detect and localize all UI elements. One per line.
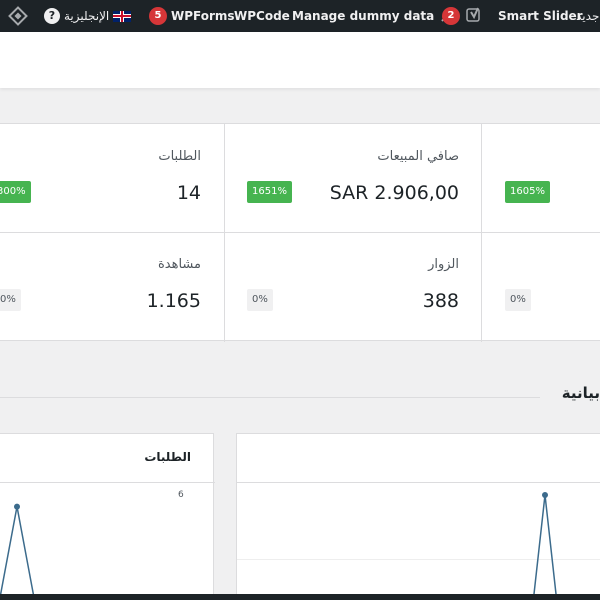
language-label: الإنجليزية bbox=[64, 9, 110, 23]
stat-orders-value: 14 bbox=[176, 182, 201, 204]
wpforms-menu[interactable]: 5 WPForms bbox=[149, 0, 235, 32]
data-point[interactable] bbox=[542, 492, 548, 498]
yoast-menu[interactable]: 2 bbox=[442, 0, 482, 32]
stat-visitors-label: الزوار bbox=[428, 257, 459, 272]
stat-orders-label: الطلبات bbox=[158, 149, 201, 164]
stats-row-divider bbox=[0, 232, 600, 233]
stat-net-sales-label: صافي المبيعات bbox=[377, 149, 459, 164]
language-switcher[interactable]: ? الإنجليزية bbox=[44, 0, 132, 32]
orders-line-chart: 6 bbox=[0, 490, 184, 600]
series-line bbox=[0, 506, 36, 600]
new-content-menu[interactable]: جديد bbox=[576, 0, 599, 32]
section-title: بيانية bbox=[561, 384, 600, 402]
stats-panel: الطلبات 14 300% صافي المبيعات SAR 2.906,… bbox=[0, 123, 600, 342]
second-chart-card bbox=[236, 433, 600, 600]
horizontal-scrollbar[interactable] bbox=[0, 594, 600, 600]
stats-divider bbox=[481, 124, 482, 342]
admin-bar: ? الإنجليزية 5 WPForms WPCode Manage dum… bbox=[0, 0, 600, 32]
stat-sixth-change-badge: 0% bbox=[505, 289, 531, 311]
wpforms-count-badge: 5 bbox=[149, 7, 167, 25]
manage-dummy-data-menu[interactable]: Manage dummy data bbox=[292, 0, 455, 32]
help-icon: ? bbox=[44, 8, 60, 24]
stat-net-sales-change-badge: 1651% bbox=[247, 181, 292, 203]
wpcode-menu[interactable]: WPCode bbox=[234, 0, 290, 32]
page-header bbox=[0, 32, 600, 88]
yoast-icon bbox=[466, 7, 482, 26]
stat-views-change-badge: 0% bbox=[0, 289, 21, 311]
series-line bbox=[532, 494, 558, 600]
uk-flag-icon bbox=[113, 10, 132, 22]
stat-visitors-value: 388 bbox=[422, 290, 459, 312]
orders-chart-title: الطلبات bbox=[144, 450, 191, 464]
stat-third-change-badge: 1605% bbox=[505, 181, 550, 203]
stat-net-sales-value: SAR 2.906,00 bbox=[329, 182, 459, 204]
wpforms-label: WPForms bbox=[171, 9, 235, 23]
new-label: جديد bbox=[576, 9, 600, 23]
second-line-chart bbox=[532, 492, 558, 600]
smart-slider-menu[interactable]: Smart Slider bbox=[498, 0, 583, 32]
data-point[interactable] bbox=[14, 503, 20, 510]
smart-slider-label: Smart Slider bbox=[498, 9, 583, 23]
stats-divider bbox=[224, 124, 225, 342]
section-divider bbox=[0, 397, 540, 398]
yoast-count-badge: 2 bbox=[442, 7, 460, 25]
stat-visitors-change-badge: 0% bbox=[247, 289, 273, 311]
stat-views-value: 1.165 bbox=[146, 290, 201, 312]
wpcode-label: WPCode bbox=[234, 9, 290, 23]
wordpress-icon[interactable] bbox=[8, 0, 28, 32]
y-tick-label: 6 bbox=[178, 490, 184, 500]
orders-chart-card: الطلبات 6 bbox=[0, 433, 215, 600]
manage-dummy-label: Manage dummy data bbox=[292, 9, 435, 23]
stat-views-label: مشاهدة bbox=[157, 257, 201, 272]
stat-orders-change-badge: 300% bbox=[0, 181, 31, 203]
